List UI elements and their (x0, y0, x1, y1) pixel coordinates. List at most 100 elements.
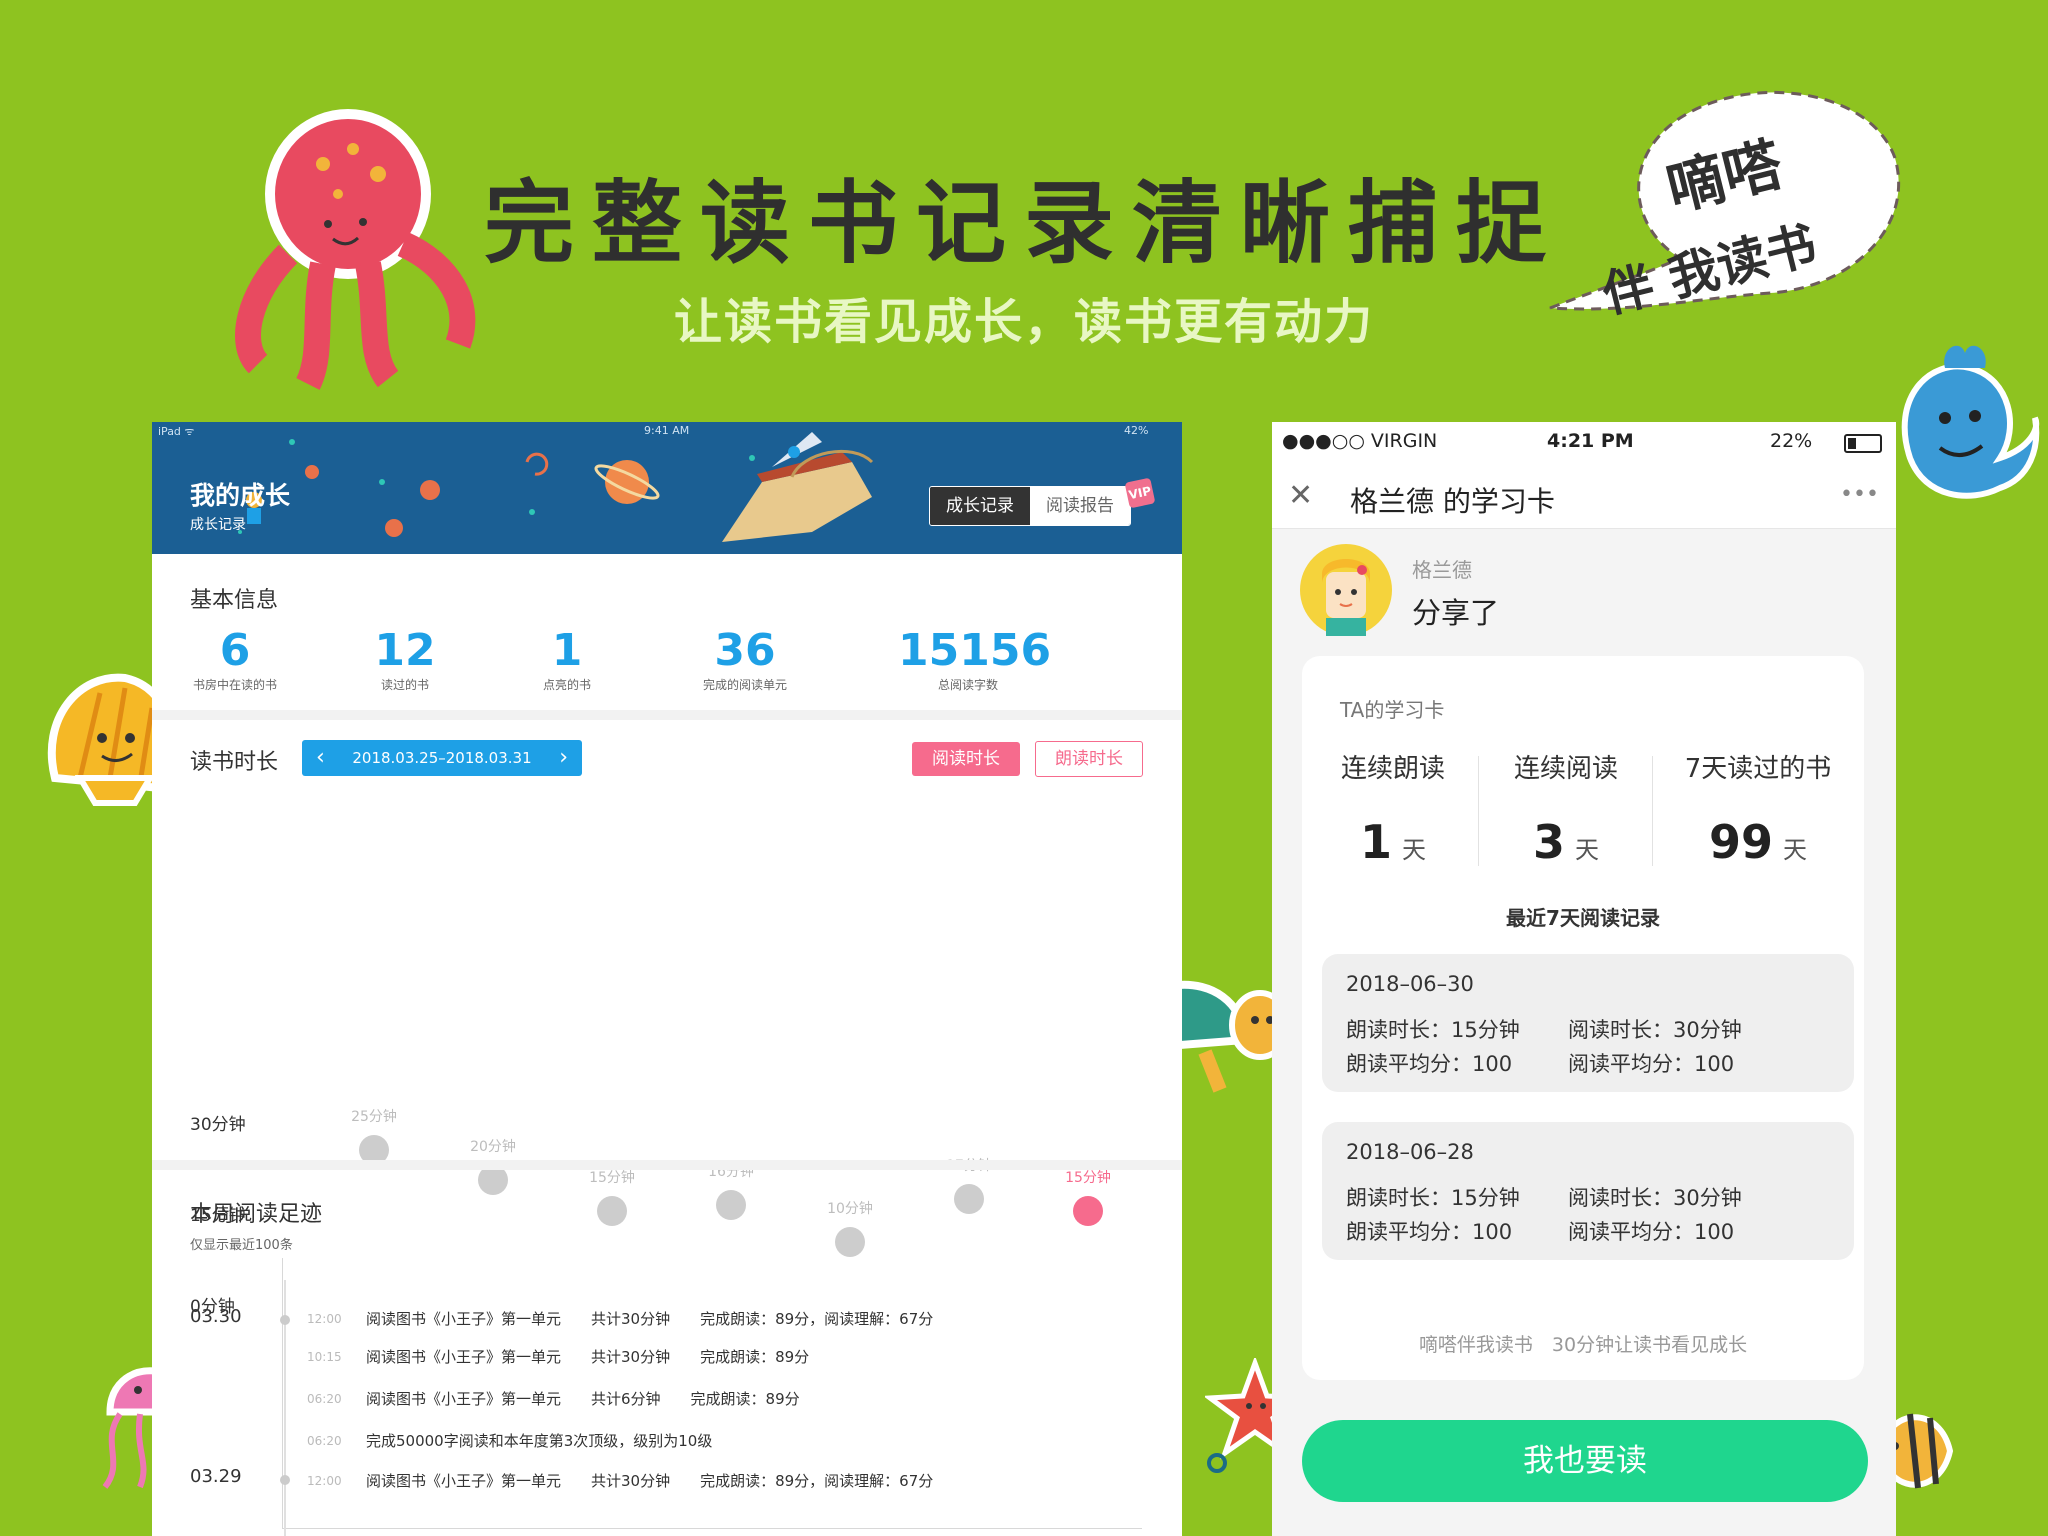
date-range-selector: ‹ 2018.03.25–2018.03.31 › (302, 740, 582, 776)
tab-growth-record[interactable]: 成长记录 (930, 487, 1030, 525)
x-axis-line (282, 1528, 1142, 1529)
stat-reading-books: 6 书房中在读的书 (180, 626, 290, 693)
vip-badge: VIP (1124, 477, 1156, 509)
stat-read-books: 12 读过的书 (350, 626, 460, 693)
record-aloud-time: 朗读时长：15分钟 (1346, 1186, 1520, 1210)
chart-point[interactable] (954, 1183, 984, 1214)
reading-record-card[interactable]: 2018–06–28 朗读时长：15分钟 阅读时长：30分钟 朗读平均分：100… (1322, 1122, 1854, 1260)
chart-point-label: 15分钟 (589, 1170, 635, 1186)
avatar[interactable] (1300, 544, 1392, 636)
record-aloud-score: 朗读平均分：100 (1346, 1052, 1513, 1076)
stat-unit: 天 (1402, 836, 1426, 864)
tablet-screen: iPad ᯤ 9:41 AM 42% 我的成长 成长记录 成长记录 阅读报告 V… (152, 422, 1182, 1536)
y-axis-line (282, 1258, 283, 1528)
phone-status-bar: ●●●○○ VIRGIN 4:21 PM 22% (1272, 422, 1896, 462)
stat-value: 99 (1708, 815, 1773, 869)
tab-reading-report[interactable]: 阅读报告 (1030, 487, 1130, 525)
stat-label: 7天读过的书 (1684, 754, 1832, 784)
record-read-time: 阅读时长：30分钟 (1568, 1186, 1742, 1210)
record-date: 2018–06–30 (1346, 972, 1474, 996)
more-icon[interactable]: ••• (1840, 482, 1879, 507)
stat-label: 连续阅读 (1513, 754, 1618, 784)
nav-title: 格兰德 的学习卡 (1350, 485, 1555, 518)
record-aloud-score: 朗读平均分：100 (1346, 1220, 1513, 1244)
footprint-note: 仅显示最近100条 (190, 1238, 293, 1253)
whale-icon (1901, 345, 2040, 499)
card-footer: 嘀嗒伴我读书 30分钟让读书看见成长 (1418, 1334, 1748, 1356)
chart-point[interactable] (597, 1196, 627, 1226)
stat-units: 36 完成的阅读单元 (680, 626, 810, 693)
read-too-button[interactable]: 我也要读 (1302, 1420, 1868, 1502)
reading-time-title: 读书时长 (190, 750, 279, 775)
next-week-button[interactable]: › (559, 740, 568, 776)
stat-value: 1 (551, 625, 583, 676)
stat-books-7days: 7天读过的书 99 天 (1652, 748, 1864, 869)
stat-label: 总阅读字数 (937, 678, 998, 692)
chart-point[interactable] (716, 1189, 746, 1220)
growth-header-banner: iPad ᯤ 9:41 AM 42% 我的成长 成长记录 成长记录 阅读报告 V… (152, 422, 1182, 554)
footprint-time: 10:15 (307, 1350, 342, 1364)
footprint-entry: 完成50000字阅读和本年度第3次顶级，级别为10级 (366, 1432, 713, 1450)
section-divider (152, 710, 1182, 720)
footprint-time: 06:20 (307, 1392, 342, 1406)
basic-info-title: 基本信息 (190, 588, 279, 613)
stat-value: 3 (1532, 815, 1565, 869)
chart-point-label: 25分钟 (351, 1108, 397, 1125)
reading-time-chart: 0分钟 15分钟 30分钟 25分钟03.2520分钟03.2615分钟03.2… (152, 822, 1182, 1536)
status-carrier: ●●●○○ VIRGIN (1282, 430, 1438, 452)
stat-label: 点亮的书 (542, 678, 591, 692)
chart-point[interactable] (1073, 1196, 1103, 1226)
prev-week-button[interactable]: ‹ (316, 740, 325, 776)
stat-value: 1 (1359, 815, 1392, 869)
footprint-entry: 阅读图书《小王子》第一单元 共计6分钟 完成朗读：89分 (366, 1390, 800, 1408)
footprint-entry: 阅读图书《小王子》第一单元 共计30分钟 完成朗读：89分 (366, 1348, 810, 1366)
record-date: 2018–06–28 (1346, 1140, 1474, 1164)
record-read-score: 阅读平均分：100 (1568, 1052, 1735, 1076)
footprint-time: 12:00 (307, 1474, 342, 1488)
stat-words: 15156 总阅读字数 (898, 625, 1052, 693)
user-name: 格兰德 (1412, 558, 1472, 582)
stat-unit: 天 (1575, 836, 1599, 864)
chart-point-label: 20分钟 (470, 1139, 516, 1156)
stat-label: 书房中在读的书 (192, 678, 277, 692)
stat-value: 36 (714, 625, 776, 676)
battery-icon (1844, 434, 1882, 453)
footprint-time: 06:20 (307, 1434, 342, 1448)
section-divider (152, 1160, 1182, 1170)
stat-label: 连续朗读 (1340, 754, 1445, 784)
stat-read-aloud-streak: 连续朗读 1天 (1302, 748, 1484, 869)
stat-lit-books: 1 点亮的书 (512, 626, 622, 693)
footprint-time: 12:00 (307, 1312, 342, 1326)
chart-point-label: 15分钟 (1065, 1170, 1111, 1186)
phone-nav-bar: ✕ 格兰德 的学习卡 ••• (1272, 462, 1896, 529)
card-title: TA的学习卡 (1340, 698, 1445, 722)
reading-duration-button[interactable]: 阅读时长 (912, 742, 1020, 776)
stat-unit: 天 (1783, 836, 1807, 864)
octopus-icon (235, 109, 476, 390)
record-aloud-time: 朗读时长：15分钟 (1346, 1018, 1520, 1042)
date-range-label: 2018.03.25–2018.03.31 (352, 749, 532, 767)
study-card: TA的学习卡 连续朗读 1天 连续阅读 3天 7天读过的书 99 天 最近7天阅读… (1302, 656, 1864, 1380)
page-title: 我的成长 (190, 481, 291, 510)
footprint-entry: 阅读图书《小王子》第一单元 共计30分钟 完成朗读：89分，阅读理解：67分 (366, 1472, 934, 1490)
stat-value: 6 (219, 625, 251, 676)
recent-records-title: 最近7天阅读记录 (1506, 906, 1660, 930)
reading-record-card[interactable]: 2018–06–30 朗读时长：15分钟 阅读时长：30分钟 朗读平均分：100… (1322, 954, 1854, 1092)
share-action: 分享了 (1412, 596, 1500, 630)
footprint-date: 03.29 (190, 1466, 242, 1487)
timeline-dot (280, 1475, 290, 1485)
footprint-date: 03.30 (190, 1306, 242, 1327)
chart-point[interactable] (835, 1226, 865, 1257)
status-battery: 22% (1770, 430, 1813, 452)
footprint-entry: 阅读图书《小王子》第一单元 共计30分钟 完成朗读：89分，阅读理解：67分 (366, 1310, 934, 1328)
close-icon[interactable]: ✕ (1288, 478, 1313, 513)
stat-label: 完成的阅读单元 (702, 678, 787, 692)
stat-reading-streak: 连续阅读 3天 (1478, 748, 1654, 869)
header-tab-switch: 成长记录 阅读报告 (929, 486, 1131, 526)
page-subtitle: 成长记录 (190, 517, 246, 533)
reading-aloud-duration-button[interactable]: 朗读时长 (1035, 741, 1143, 777)
chart-point-label: 10分钟 (827, 1200, 873, 1217)
stat-value: 15156 (898, 625, 1052, 676)
y-tick-label: 30分钟 (190, 1115, 246, 1135)
stat-label: 读过的书 (380, 678, 429, 692)
